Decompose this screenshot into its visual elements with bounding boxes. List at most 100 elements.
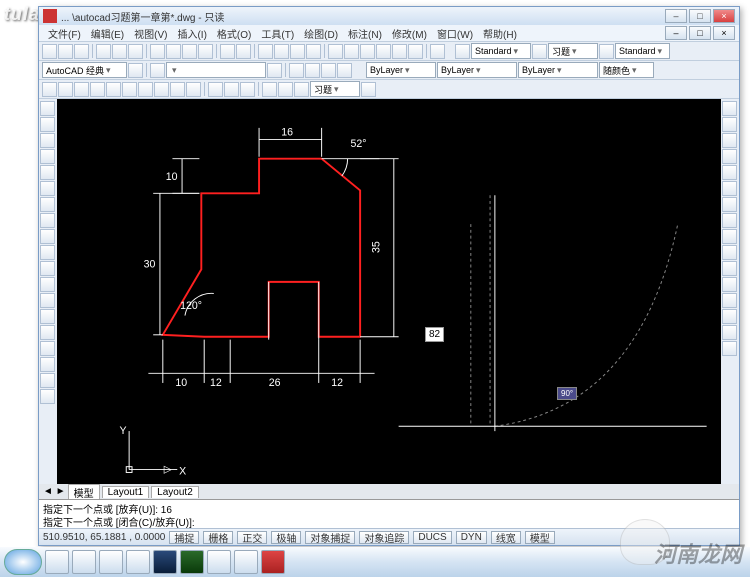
workspace-settings-icon[interactable] (128, 63, 143, 78)
ellipsearc-icon[interactable] (40, 261, 55, 276)
snap-toggle[interactable]: 捕捉 (169, 531, 199, 544)
zoom-window-icon[interactable] (290, 44, 305, 59)
dim-ordinate-icon[interactable] (90, 82, 105, 97)
task-ps-icon[interactable] (153, 550, 177, 574)
dim-aligned-icon[interactable] (58, 82, 73, 97)
lwt-toggle[interactable]: 线宽 (491, 531, 521, 544)
doc-minimize-button[interactable]: – (665, 26, 687, 40)
menu-edit[interactable]: 编辑(E) (86, 26, 129, 41)
layer-prev-icon[interactable] (267, 63, 282, 78)
layer-off-icon[interactable] (337, 63, 352, 78)
break-icon[interactable] (722, 277, 737, 292)
tab-layout2[interactable]: Layout2 (151, 486, 199, 498)
redo-icon[interactable] (236, 44, 251, 59)
dim-edit-icon[interactable] (262, 82, 277, 97)
print-icon[interactable] (96, 44, 111, 59)
preview-icon[interactable] (112, 44, 127, 59)
dim-radius-icon[interactable] (106, 82, 121, 97)
task-app1-icon[interactable] (207, 550, 231, 574)
ortho-toggle[interactable]: 正交 (237, 531, 267, 544)
point-icon[interactable] (40, 309, 55, 324)
titlebar[interactable]: ... \autocad习题第一章第*.dwg - 只读 – □ × (39, 7, 739, 25)
trim-icon[interactable] (722, 245, 737, 260)
minimize-button[interactable]: – (665, 9, 687, 23)
start-button[interactable] (4, 549, 42, 575)
rectangle-icon[interactable] (40, 165, 55, 180)
textstyle-select[interactable]: Standard (471, 43, 531, 59)
textstyle-icon[interactable] (455, 44, 470, 59)
zoom-prev-icon[interactable] (306, 44, 321, 59)
menu-window[interactable]: 窗口(W) (432, 26, 478, 41)
cut-icon[interactable] (150, 44, 165, 59)
ducs-toggle[interactable]: DUCS (413, 531, 451, 544)
dimstyle-select[interactable]: 习题 (548, 43, 598, 59)
grid-toggle[interactable]: 栅格 (203, 531, 233, 544)
maximize-button[interactable]: □ (689, 9, 711, 23)
sheetset-icon[interactable] (376, 44, 391, 59)
polar-toggle[interactable]: 极轴 (271, 531, 301, 544)
tablestyle-select[interactable]: Standard (615, 43, 670, 59)
table-icon[interactable] (40, 373, 55, 388)
erase-icon[interactable] (722, 101, 737, 116)
dim-arc-icon[interactable] (74, 82, 89, 97)
line-icon[interactable] (40, 101, 55, 116)
extend-icon[interactable] (722, 261, 737, 276)
spline-icon[interactable] (40, 229, 55, 244)
xline-icon[interactable] (40, 117, 55, 132)
region-icon[interactable] (40, 357, 55, 372)
dim-continue-icon[interactable] (186, 82, 201, 97)
undo-icon[interactable] (220, 44, 235, 59)
pline-icon[interactable] (40, 133, 55, 148)
layer-select[interactable] (166, 62, 266, 78)
lineweight-select[interactable]: ByLayer (518, 62, 598, 78)
save-icon[interactable] (74, 44, 89, 59)
dimstyle-icon[interactable] (532, 44, 547, 59)
toolpalette-icon[interactable] (360, 44, 375, 59)
calc-icon[interactable] (408, 44, 423, 59)
mirror-icon[interactable] (722, 133, 737, 148)
model-toggle[interactable]: 模型 (525, 531, 555, 544)
stretch-icon[interactable] (722, 229, 737, 244)
fillet-icon[interactable] (722, 325, 737, 340)
osnap-toggle[interactable]: 对象捕捉 (305, 531, 355, 544)
open-icon[interactable] (58, 44, 73, 59)
doc-close-button[interactable]: × (713, 26, 735, 40)
dim-update-icon[interactable] (294, 82, 309, 97)
dim-linear-icon[interactable] (42, 82, 57, 97)
markup-icon[interactable] (392, 44, 407, 59)
revcloud-icon[interactable] (40, 213, 55, 228)
chamfer-icon[interactable] (722, 309, 737, 324)
plotstyle-select[interactable]: 随颜色 (599, 62, 654, 78)
hatch-icon[interactable] (40, 325, 55, 340)
publish-icon[interactable] (128, 44, 143, 59)
dim-quick-icon[interactable] (154, 82, 169, 97)
menu-dimension[interactable]: 标注(N) (343, 26, 387, 41)
layer-state-icon[interactable] (289, 63, 304, 78)
layer-iso-icon[interactable] (305, 63, 320, 78)
task-ie-icon[interactable] (45, 550, 69, 574)
otrack-toggle[interactable]: 对象追踪 (359, 531, 409, 544)
circle-icon[interactable] (40, 197, 55, 212)
dim-tolerance-icon[interactable] (224, 82, 239, 97)
task-word-icon[interactable] (126, 550, 150, 574)
task-firefox-icon[interactable] (99, 550, 123, 574)
layer-props-icon[interactable] (150, 63, 165, 78)
dim-center-icon[interactable] (240, 82, 255, 97)
mtext-icon[interactable] (40, 389, 55, 404)
pan-icon[interactable] (258, 44, 273, 59)
arc-icon[interactable] (40, 181, 55, 196)
color-select[interactable]: ByLayer (366, 62, 436, 78)
dim-baseline-icon[interactable] (170, 82, 185, 97)
menu-insert[interactable]: 插入(I) (172, 26, 211, 41)
layer-freeze-icon[interactable] (321, 63, 336, 78)
ellipse-icon[interactable] (40, 245, 55, 260)
help-icon[interactable] (430, 44, 445, 59)
gradient-icon[interactable] (40, 341, 55, 356)
array-icon[interactable] (722, 165, 737, 180)
task-app2-icon[interactable] (234, 550, 258, 574)
block-icon[interactable] (40, 293, 55, 308)
task-autocad-icon[interactable] (261, 550, 285, 574)
properties-icon[interactable] (328, 44, 343, 59)
match-icon[interactable] (198, 44, 213, 59)
task-explorer-icon[interactable] (72, 550, 96, 574)
